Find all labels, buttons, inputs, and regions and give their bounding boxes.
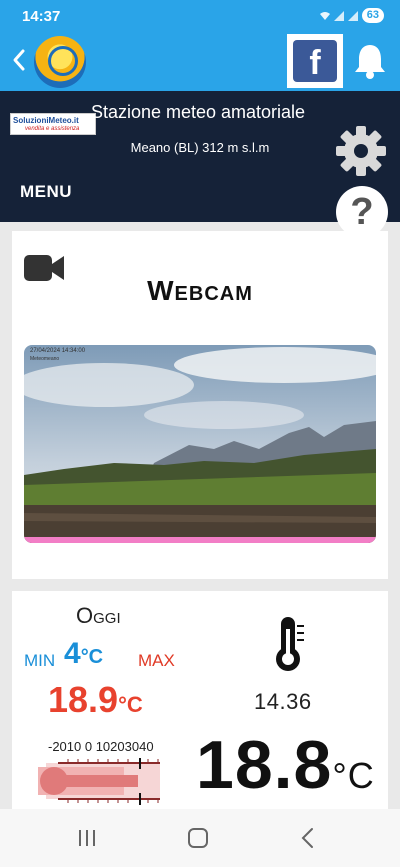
max-temp-value: 18.9: [48, 679, 119, 720]
bell-icon[interactable]: [352, 42, 388, 80]
nav-back-icon[interactable]: [300, 827, 316, 849]
current-temp: 18.8°C: [196, 725, 375, 816]
min-temp: 4°C: [64, 637, 103, 671]
current-temp-value: 18.8: [196, 727, 333, 803]
battery-badge: 63: [361, 8, 384, 23]
header-divider: [0, 88, 400, 91]
gauge-scale-labels: -2010 0 10203040: [48, 739, 154, 754]
status-bar: 14:37 63: [0, 0, 400, 34]
webcam-title: Webcam: [147, 275, 253, 306]
signal-icon-2: [347, 10, 358, 21]
max-temp: 18.9°C: [48, 679, 143, 721]
home-icon[interactable]: [188, 828, 208, 848]
status-time: 14:37: [22, 8, 61, 25]
menu-button[interactable]: MENU: [20, 182, 72, 202]
facebook-button[interactable]: f: [287, 34, 343, 88]
temperature-bar-gauge: [38, 758, 160, 805]
system-nav-bar: [0, 809, 400, 867]
back-arrow-icon[interactable]: [8, 46, 30, 74]
facebook-icon: f: [293, 40, 337, 82]
max-label: MAX: [138, 651, 175, 670]
today-label: Oggi: [76, 603, 121, 628]
station-header: SoluzioniMeteo.it vendita e assistenza S…: [0, 88, 400, 238]
min-temp-unit: °C: [80, 646, 104, 668]
webcam-timestamp: 27/04/2024 14:34:00: [30, 348, 86, 354]
min-label: MIN: [24, 651, 56, 670]
webcam-image[interactable]: 27/04/2024 14:34:00 Meteomeano: [24, 345, 376, 543]
page-title: Stazione meteo amatoriale: [90, 102, 306, 122]
max-temp-unit: °C: [118, 692, 143, 717]
app-logo: [34, 36, 86, 88]
wifi-icon: [319, 11, 330, 20]
min-temp-value: 4: [64, 637, 81, 670]
station-subtitle: Meano (BL) 312 m s.l.m: [130, 140, 270, 155]
reading-time: 14.36: [254, 689, 312, 714]
webcam-caption: Meteomeano: [30, 356, 60, 362]
webcam-landscape: [24, 345, 376, 543]
webcam-card: Webcam 27/04/2024 14:34:00 Meteomeano: [12, 231, 388, 579]
thermometer-icon: [276, 617, 304, 671]
signal-icon: [333, 10, 344, 21]
status-icons: 63: [319, 8, 384, 23]
recent-apps-icon[interactable]: [77, 829, 97, 847]
weather-card: Oggi MIN 4°C MAX 18.9°C 14.36 -2010 0 10…: [12, 591, 388, 821]
current-temp-unit: °C: [332, 755, 375, 796]
gear-icon[interactable]: [334, 124, 388, 178]
app-bar: f: [0, 34, 400, 88]
